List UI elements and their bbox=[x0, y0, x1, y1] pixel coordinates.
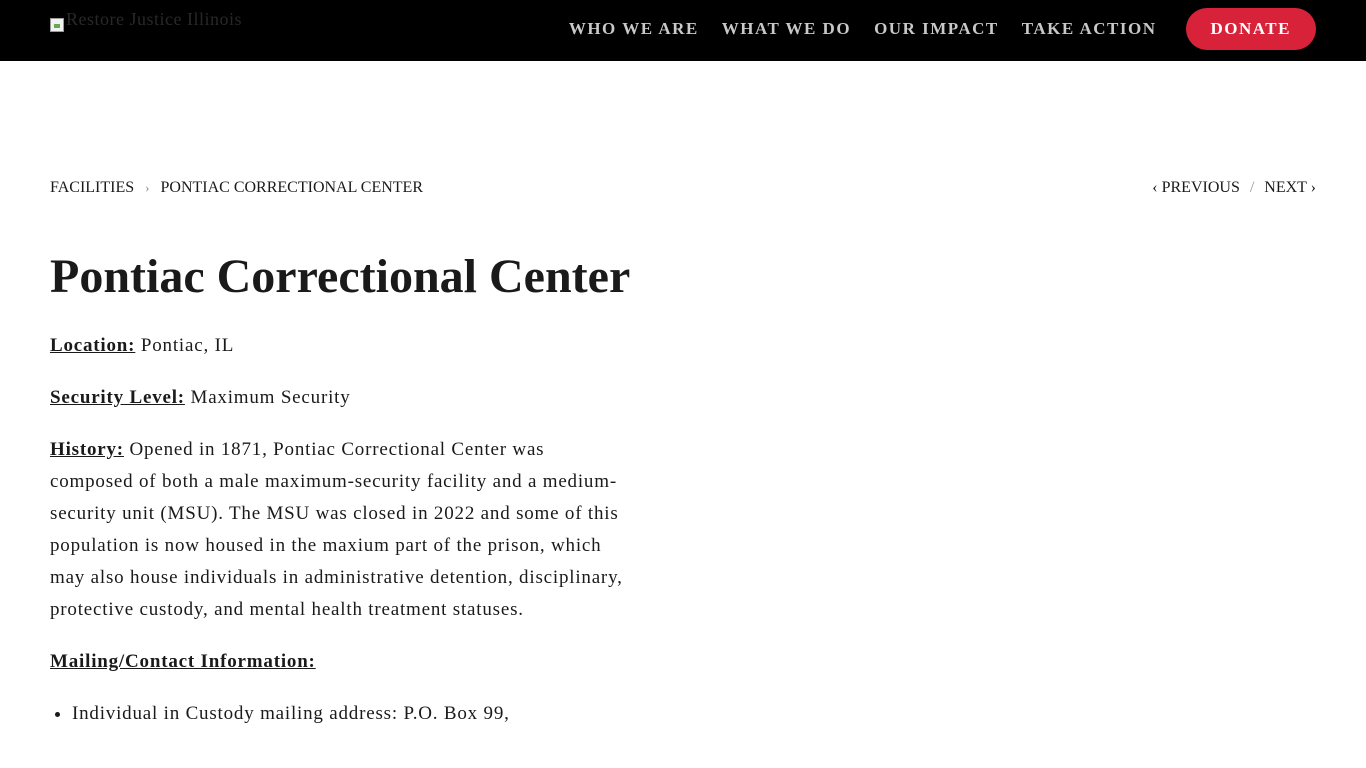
history-paragraph: History: Opened in 1871, Pontiac Correct… bbox=[50, 434, 630, 626]
next-link[interactable]: NEXT › bbox=[1264, 179, 1316, 197]
location-value: Pontiac, IL bbox=[140, 335, 235, 356]
page-title: Pontiac Correctional Center bbox=[50, 250, 631, 303]
security-level-paragraph: Security Level: Maximum Security bbox=[50, 382, 630, 414]
donate-button[interactable]: DONATE bbox=[1185, 8, 1316, 50]
security-level-value: Maximum Security bbox=[190, 387, 351, 408]
history-text: Opened in 1871, Pontiac Correctional Cen… bbox=[50, 439, 623, 620]
nav-who-we-are[interactable]: WHO WE ARE bbox=[569, 19, 699, 39]
breadcrumb-facilities-link[interactable]: FACILITIES bbox=[50, 179, 134, 197]
logo-alt-text: Restore Justice Illinois bbox=[66, 8, 242, 29]
mailing-paragraph: Mailing/Contact Information: bbox=[50, 646, 630, 678]
site-logo[interactable]: Restore Justice Illinois bbox=[50, 8, 242, 32]
mailing-label: Mailing/Contact Information: bbox=[50, 651, 316, 672]
pagination: ‹ PREVIOUS / NEXT › bbox=[1152, 179, 1316, 197]
location-label: Location: bbox=[50, 335, 136, 356]
nav-take-action[interactable]: TAKE ACTION bbox=[1022, 19, 1157, 39]
main-nav: WHO WE ARE WHAT WE DO OUR IMPACT TAKE AC… bbox=[569, 8, 1316, 50]
nav-our-impact[interactable]: OUR IMPACT bbox=[874, 19, 999, 39]
location-paragraph: Location: Pontiac, IL bbox=[50, 330, 630, 362]
security-level-label: Security Level: bbox=[50, 387, 185, 408]
nav-what-we-do[interactable]: WHAT WE DO bbox=[722, 19, 851, 39]
list-item: Individual in Custody mailing address: P… bbox=[72, 698, 630, 730]
breadcrumb: FACILITIES › PONTIAC CORRECTIONAL CENTER bbox=[50, 179, 423, 197]
mailing-list: Individual in Custody mailing address: P… bbox=[50, 698, 630, 730]
breadcrumb-current: PONTIAC CORRECTIONAL CENTER bbox=[160, 179, 423, 196]
top-navigation-bar: Restore Justice Illinois WHO WE ARE WHAT… bbox=[0, 0, 1366, 61]
breadcrumb-separator: › bbox=[145, 180, 150, 195]
pager-divider: / bbox=[1249, 179, 1255, 196]
facility-details: Location: Pontiac, IL Security Level: Ma… bbox=[50, 330, 630, 730]
history-label: History: bbox=[50, 439, 124, 460]
previous-link[interactable]: ‹ PREVIOUS bbox=[1152, 179, 1240, 197]
broken-image-icon bbox=[50, 18, 64, 32]
